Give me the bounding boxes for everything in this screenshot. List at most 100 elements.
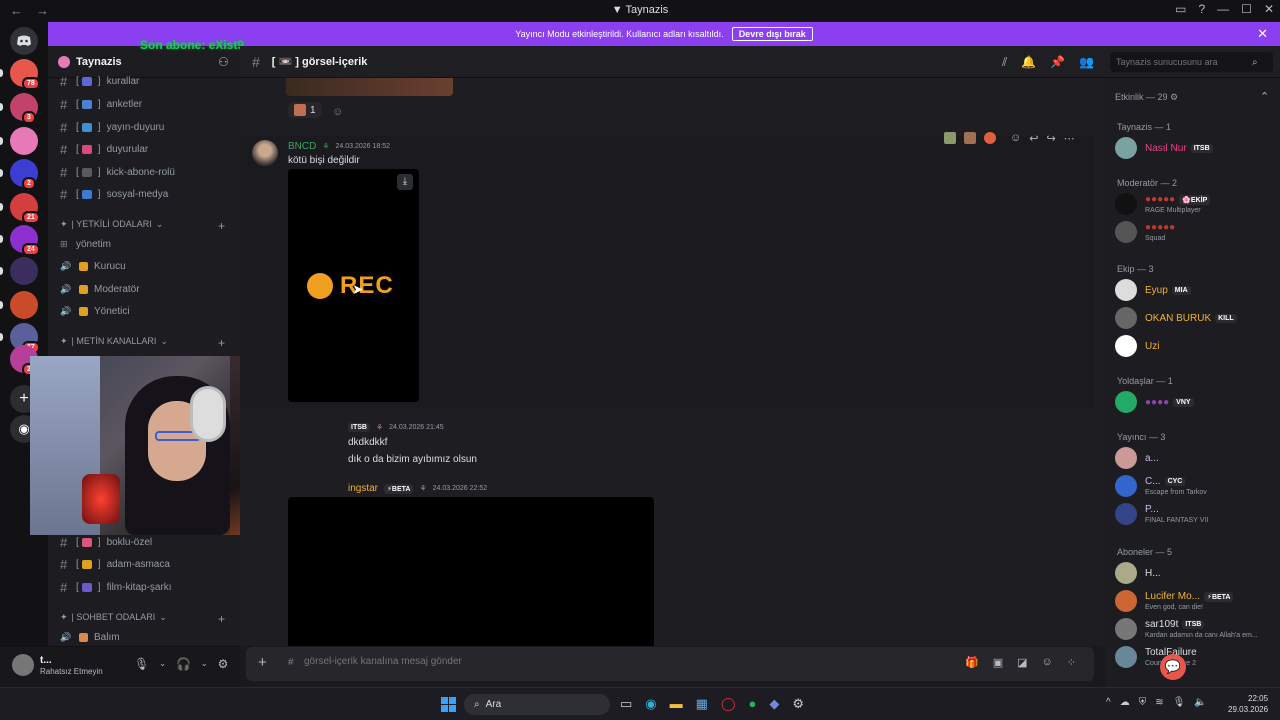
quick-reaction-1-icon[interactable] (944, 132, 956, 144)
add-reaction-icon[interactable]: ☺ (332, 106, 343, 118)
user-avatar[interactable] (12, 654, 34, 676)
maximize-icon[interactable]: ☐ (1241, 2, 1252, 16)
help-icon[interactable]: ? (1198, 2, 1205, 16)
collapse-chevron-icon[interactable]: ⌃ (1260, 90, 1269, 103)
search-input[interactable] (1116, 57, 1252, 67)
quick-reaction-3-icon[interactable] (984, 132, 996, 144)
server-icon[interactable] (10, 291, 38, 319)
text-channel[interactable]: # [] anketler (60, 95, 142, 113)
voice-channel[interactable]: 🔊 Moderatör (60, 280, 140, 298)
clock-date[interactable]: 29.03.2026 (1228, 704, 1268, 715)
pinned-messages-icon[interactable]: 📌 (1050, 55, 1065, 70)
message-author[interactable]: ingstar (348, 483, 378, 494)
text-channel[interactable]: # [] kick-abone-rolü (60, 163, 175, 181)
invite-people-icon[interactable]: ⚇ (218, 55, 229, 69)
download-icon[interactable]: ⤓ (397, 174, 413, 190)
member-item[interactable]: Eyup MIA (1115, 278, 1191, 302)
text-channel[interactable]: ⊞ yönetim (60, 235, 111, 253)
attach-plus-icon[interactable]: + (258, 654, 267, 671)
inbox-icon[interactable]: ▭ (1175, 2, 1186, 16)
notification-bell-icon[interactable]: 🔔 (1021, 55, 1036, 70)
file-explorer-icon[interactable]: ▬ (670, 696, 683, 712)
settings-taskbar-icon[interactable]: ⚙ (792, 696, 804, 712)
text-channel[interactable]: # [] adam-asmaca (60, 555, 170, 573)
taskbar-search[interactable]: ⌕ Ara (464, 694, 610, 715)
video-attachment[interactable] (288, 497, 654, 646)
reaction[interactable]: 1 (288, 102, 322, 118)
wifi-icon[interactable]: ≋ (1155, 697, 1163, 708)
more-options-icon[interactable]: ⋯ (1064, 132, 1075, 145)
opera-icon[interactable]: ◯ (721, 696, 736, 712)
disable-streamer-mode-button[interactable]: Devre dışı bırak (731, 27, 813, 41)
add-channel-icon[interactable]: + (218, 612, 225, 626)
channel-category[interactable]: ✦ | YETKİLİ ODALARI ⌄ + (60, 219, 225, 233)
member-item[interactable]: P... FINAL FANTASY VII (1115, 502, 1208, 526)
discord-home-icon[interactable] (10, 27, 38, 55)
mic-options-chevron-icon[interactable]: ⌄ (159, 657, 166, 671)
forward-icon[interactable]: ↪ (1046, 132, 1055, 145)
tray-security-icon[interactable]: ⛨ (1139, 697, 1147, 708)
close-banner-icon[interactable]: ✕ (1257, 26, 1268, 42)
member-item[interactable]: ●●●●● 🌸EKİP RAGE Multiplayer (1115, 192, 1211, 216)
search-box[interactable]: ⌕ (1110, 52, 1273, 72)
spotify-icon[interactable]: ● (749, 696, 757, 712)
windows-start-icon[interactable] (441, 697, 456, 712)
member-item[interactable]: C... CYC Escape from Tarkov (1115, 474, 1207, 498)
member-item[interactable]: OKAN BURUK KILL (1115, 306, 1237, 330)
task-view-icon[interactable]: ▭ (620, 696, 632, 712)
channel-category[interactable]: ✦ | METİN KANALLARI ⌄ + (60, 336, 225, 350)
member-list-icon[interactable]: 👥 (1079, 55, 1094, 70)
voice-channel[interactable]: 🔊 Kurucu (60, 257, 126, 275)
member-item[interactable]: Nasıl Nur ITSB (1115, 136, 1213, 160)
close-window-icon[interactable]: ✕ (1264, 2, 1274, 16)
chat-widget-icon[interactable]: 💬 (1160, 654, 1186, 680)
channel-category[interactable]: ✦ | SOHBET ODALARI ⌄ + (60, 612, 225, 626)
username[interactable]: t... (40, 655, 52, 666)
settings-gear-icon[interactable]: ⚙ (218, 657, 229, 671)
store-icon[interactable]: ▦ (696, 696, 708, 712)
voice-channel[interactable]: 🔊 Balım (60, 628, 120, 646)
text-channel[interactable]: # [] film-kitap-şarkı (60, 578, 172, 596)
tray-chevron-icon[interactable]: ^ (1106, 697, 1111, 708)
audio-options-chevron-icon[interactable]: ⌄ (201, 657, 208, 671)
discord-taskbar-icon[interactable]: ◆ (769, 696, 779, 712)
emoji-icon[interactable]: ☺ (1042, 656, 1053, 669)
text-channel[interactable]: # [] duyurular (60, 140, 148, 158)
threads-icon[interactable]: ⫽ (1002, 55, 1007, 70)
volume-icon[interactable]: 🔈 (1194, 697, 1206, 708)
apps-icon[interactable]: ⁘ (1067, 656, 1076, 669)
member-item[interactable]: ●●●●● Squad (1115, 220, 1175, 244)
message-input[interactable] (304, 656, 844, 667)
gif-icon[interactable]: ▣ (993, 656, 1003, 669)
activity-header[interactable]: Etkinlik — 29 ⚙ (1115, 92, 1178, 103)
sticker-icon[interactable]: ◪ (1017, 656, 1027, 669)
tray-mic-icon[interactable]: 🎙 (1173, 697, 1186, 708)
microphone-icon[interactable]: 🎙 (134, 657, 149, 671)
member-item[interactable]: ●●●● VNY (1115, 390, 1194, 414)
message-author[interactable]: BNCD (288, 141, 316, 152)
minimize-icon[interactable]: — (1217, 2, 1229, 16)
add-channel-icon[interactable]: + (218, 219, 225, 233)
add-channel-icon[interactable]: + (218, 336, 225, 350)
add-reaction-icon[interactable]: ☺ (1010, 132, 1021, 144)
server-icon[interactable] (10, 257, 38, 285)
member-item[interactable]: a... (1115, 446, 1159, 470)
member-item[interactable]: Uzi (1115, 334, 1159, 358)
tray-app-icon[interactable]: ☁ (1120, 697, 1130, 708)
text-channel[interactable]: # [] kurallar (60, 72, 139, 90)
member-item[interactable]: Lucifer Mo... ⚡BETA Even god, can die! (1115, 589, 1234, 613)
headphones-icon[interactable]: 🎧 (176, 657, 191, 671)
edge-icon[interactable]: ◉ (645, 696, 656, 712)
quick-reaction-2-icon[interactable] (964, 132, 976, 144)
previous-image-attachment[interactable] (286, 78, 453, 96)
text-channel[interactable]: # [] boklu-özel (60, 533, 152, 551)
text-channel[interactable]: # [] sosyal-medya (60, 185, 168, 203)
text-channel[interactable]: # [] yayın-duyuru (60, 118, 164, 136)
author-avatar[interactable] (252, 140, 278, 166)
video-attachment[interactable]: ⤓ REC ➤ (288, 169, 419, 402)
member-item[interactable]: H... (1115, 561, 1161, 585)
reply-icon[interactable]: ↩ (1029, 132, 1038, 145)
voice-channel[interactable]: 🔊 Yönetici (60, 302, 130, 320)
clock-time[interactable]: 22:05 (1228, 693, 1268, 704)
gift-icon[interactable]: 🎁 (965, 656, 979, 669)
